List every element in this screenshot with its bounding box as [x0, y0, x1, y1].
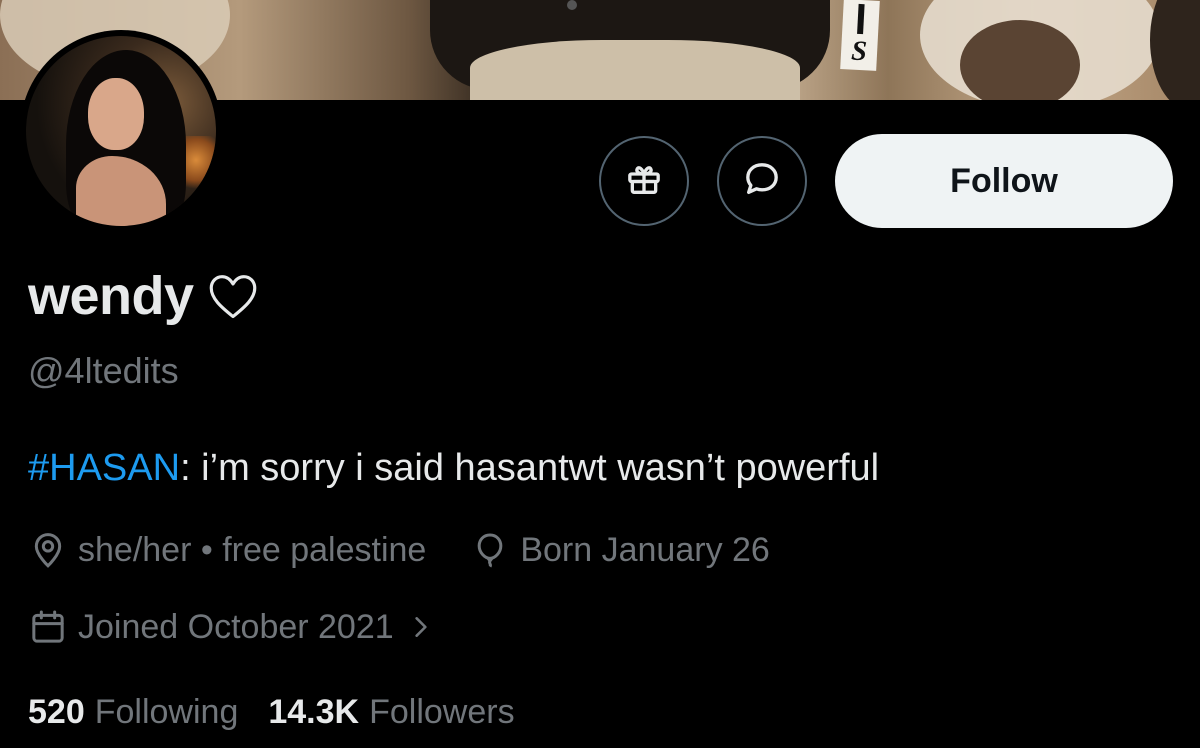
joined-text: Joined October 2021 — [78, 607, 394, 646]
banner-letter-bar — [857, 3, 865, 35]
follow-stats: 520 Following 14.3K Followers — [28, 693, 515, 732]
following-label: Following — [94, 693, 239, 731]
banner-shape — [960, 20, 1080, 100]
display-name: wendy — [28, 266, 194, 326]
location-text: she/her • free palestine — [78, 530, 427, 569]
followers-link[interactable]: 14.3K Followers — [268, 693, 514, 732]
followers-count: 14.3K — [268, 693, 360, 731]
heart-icon — [204, 267, 262, 325]
balloon-icon — [470, 530, 510, 570]
birthday-text: Born January 26 — [520, 530, 770, 569]
following-count: 520 — [28, 693, 85, 731]
profile-actions: Follow — [599, 134, 1173, 228]
profile-meta-row: she/her • free palestine Born January 26 — [28, 530, 770, 570]
banner-dot — [567, 0, 577, 10]
avatar[interactable] — [20, 30, 222, 232]
location-item: she/her • free palestine — [28, 530, 426, 570]
bio-text: : i’m sorry i said hasantwt wasn’t power… — [180, 447, 880, 489]
chevron-right-icon — [404, 614, 434, 640]
banner-letter: S — [850, 35, 868, 68]
birthday-item: Born January 26 — [470, 530, 770, 570]
joined-item[interactable]: Joined October 2021 — [28, 607, 434, 647]
username-handle: @4ltedits — [28, 350, 179, 391]
message-button[interactable] — [717, 136, 807, 226]
followers-label: Followers — [369, 693, 515, 731]
message-icon — [742, 159, 782, 204]
avatar-face — [88, 78, 144, 150]
location-pin-icon — [28, 530, 68, 570]
gift-icon — [624, 159, 664, 204]
bio-hashtag-link[interactable]: #HASAN — [28, 447, 180, 489]
display-name-row: wendy — [28, 265, 262, 327]
following-link[interactable]: 520 Following — [28, 693, 238, 732]
joined-row[interactable]: Joined October 2021 — [28, 607, 434, 647]
banner-shape — [1150, 0, 1200, 100]
profile-bio: #HASAN: i’m sorry i said hasantwt wasn’t… — [28, 447, 879, 490]
banner-letter-tile: S — [840, 0, 880, 71]
avatar-image — [26, 36, 216, 226]
follow-button[interactable]: Follow — [835, 134, 1173, 228]
calendar-icon — [28, 607, 68, 647]
banner-shape — [470, 40, 800, 100]
gift-button[interactable] — [599, 136, 689, 226]
